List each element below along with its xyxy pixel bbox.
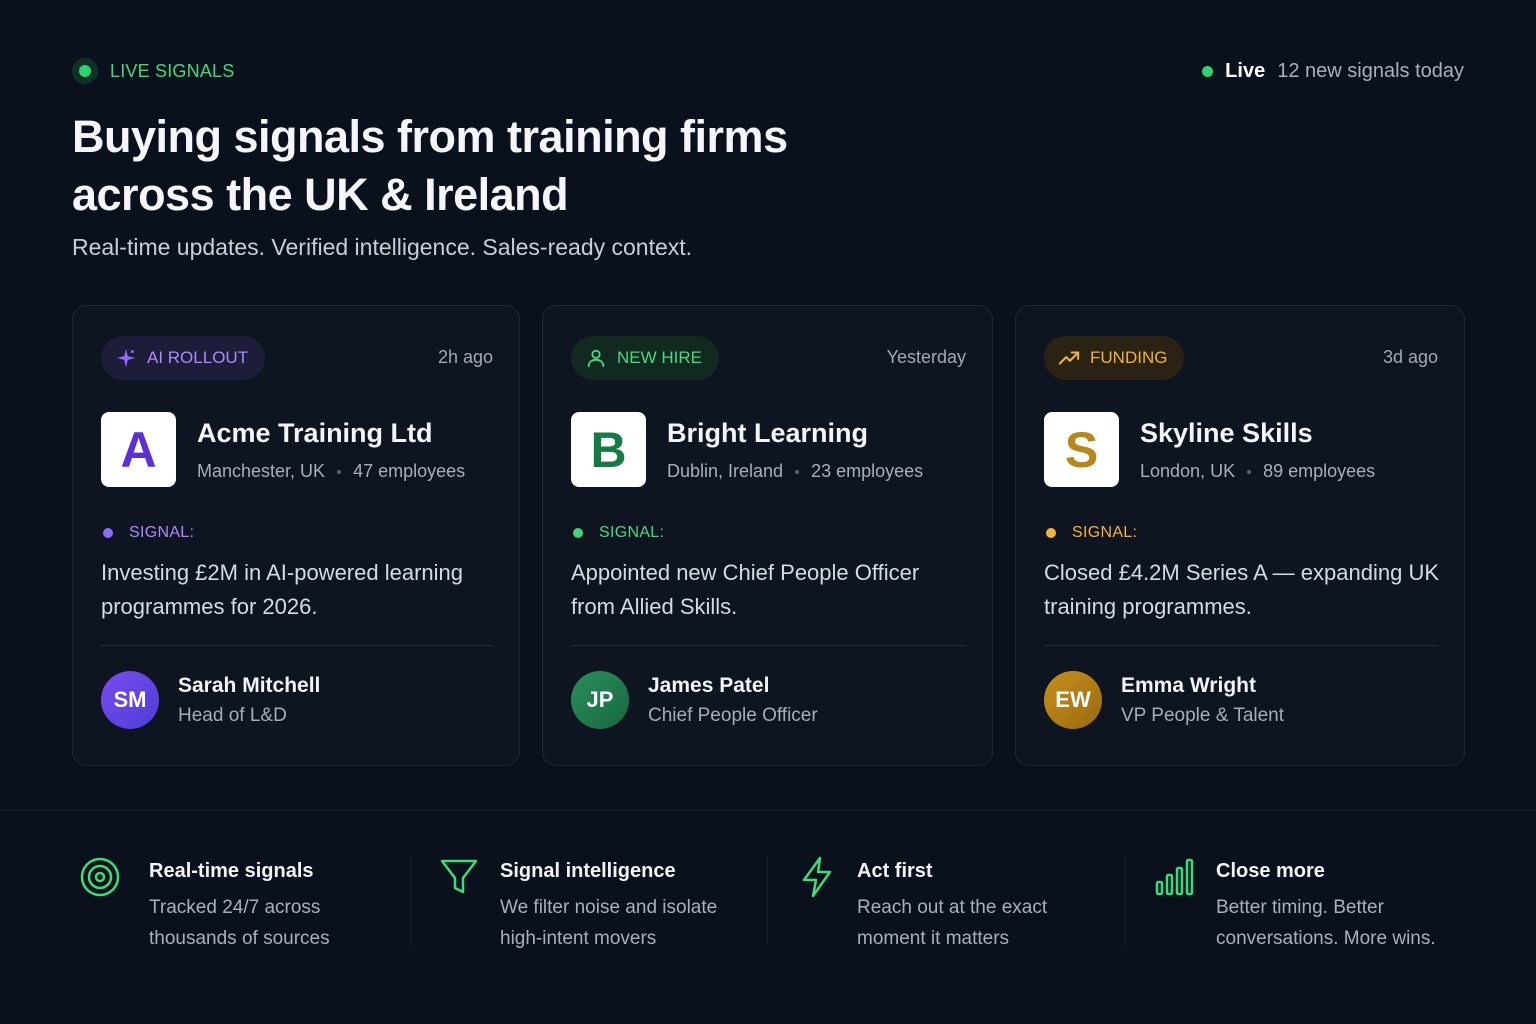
company-logo: B: [571, 412, 646, 487]
avatar: JP: [571, 671, 629, 729]
feature-description: We filter noise and isolate high-intent …: [500, 897, 718, 949]
signal-text: Closed £4.2M Series A — expanding UK tra…: [1044, 560, 1440, 619]
signal-dot-icon: [573, 528, 583, 538]
tag-new-hire: NEW HIRE: [571, 336, 719, 380]
avatar: SM: [101, 671, 159, 729]
live-dot-icon: [1202, 66, 1214, 77]
contact-role: Head of L&D: [178, 705, 287, 726]
feature-title: Act first: [857, 860, 933, 882]
funnel-icon: [440, 859, 478, 894]
company-location: Dublin, Ireland: [667, 461, 784, 481]
tag-label: NEW HIRE: [617, 348, 702, 367]
avatar: EW: [1044, 671, 1102, 729]
feature-title: Signal intelligence: [500, 860, 676, 882]
signal-heading: SIGNAL:: [103, 524, 194, 542]
company-meta: Manchester, UK 47 employees: [197, 461, 465, 482]
eyebrow-label: LIVE SIGNALS: [110, 60, 235, 81]
card-divider: [101, 645, 493, 646]
tag-funding: FUNDING: [1044, 336, 1185, 380]
meta-separator: [795, 469, 800, 474]
feature-title: Real-time signals: [149, 860, 314, 882]
live-signals-eyebrow: LIVE SIGNALS: [72, 58, 234, 84]
section-divider: [0, 810, 1536, 811]
person-icon: [587, 349, 605, 368]
live-status: Live 12 new signals today: [1202, 60, 1464, 83]
signal-label: SIGNAL:: [599, 524, 665, 541]
signal-text: Appointed new Chief People Officer from …: [571, 560, 920, 619]
signal-dot-icon: [1046, 528, 1056, 538]
feature-separator: [767, 856, 768, 946]
live-indicator-icon: [72, 58, 98, 84]
signal-heading: SIGNAL:: [573, 524, 664, 542]
company-logo: S: [1044, 412, 1119, 487]
signal-time: 3d ago: [1382, 347, 1438, 367]
meta-separator: [1247, 469, 1252, 474]
company-name[interactable]: Acme Training Ltd: [197, 418, 433, 449]
card-divider: [571, 645, 966, 646]
company-name[interactable]: Skyline Skills: [1140, 418, 1313, 449]
signal-card-skyline[interactable]: FUNDING 3d ago S Skyline Skills London, …: [1015, 305, 1465, 766]
page-subtitle: Real-time updates. Verified intelligence…: [72, 234, 693, 260]
signal-label: SIGNAL:: [129, 524, 195, 541]
trending-up-icon: [1058, 351, 1080, 365]
sparkle-icon: [116, 348, 136, 368]
company-meta: Dublin, Ireland 23 employees: [667, 461, 923, 482]
bar-chart-icon: [1155, 858, 1194, 896]
target-icon: [80, 857, 120, 897]
company-location: London, UK: [1140, 461, 1236, 481]
feature-description: Better timing. Better conversations. Mor…: [1216, 897, 1436, 949]
contact-name[interactable]: Sarah Mitchell: [178, 674, 320, 698]
company-meta: London, UK 89 employees: [1140, 461, 1375, 482]
lightning-icon: [802, 856, 832, 898]
signal-card-acme[interactable]: AI ROLLOUT 2h ago A Acme Training Ltd Ma…: [72, 305, 520, 766]
contact-name[interactable]: Emma Wright: [1121, 674, 1256, 698]
company-name[interactable]: Bright Learning: [667, 418, 868, 449]
signals-page: LIVE SIGNALS Live 12 new signals today B…: [0, 0, 1536, 1024]
feature-separator: [410, 856, 411, 946]
card-divider: [1044, 645, 1438, 646]
signal-dot-icon: [103, 528, 113, 538]
contact-role: VP People & Talent: [1121, 705, 1285, 726]
feature-title: Close more: [1216, 860, 1325, 882]
company-employees: 47 employees: [353, 461, 466, 481]
tag-ai-rollout: AI ROLLOUT: [101, 336, 266, 380]
page-title: Buying signals from training firms acros…: [72, 111, 788, 220]
signal-heading: SIGNAL:: [1046, 524, 1137, 542]
signal-text: Investing £2M in AI-powered learning pro…: [101, 560, 463, 619]
company-logo: A: [101, 412, 176, 487]
tag-label: FUNDING: [1090, 348, 1168, 367]
signal-time: 2h ago: [437, 347, 493, 367]
company-employees: 89 employees: [1263, 461, 1376, 481]
meta-separator: [337, 469, 342, 474]
contact-role: Chief People Officer: [648, 705, 818, 726]
feature-description: Reach out at the exact moment it matters: [857, 897, 1048, 949]
signal-label: SIGNAL:: [1072, 524, 1138, 541]
new-signals-count: 12 new signals today: [1277, 60, 1464, 82]
feature-separator: [1125, 856, 1126, 946]
signal-card-bright[interactable]: NEW HIRE Yesterday B Bright Learning Dub…: [542, 305, 993, 766]
signal-time: Yesterday: [886, 347, 966, 367]
company-location: Manchester, UK: [197, 461, 326, 481]
contact-name[interactable]: James Patel: [648, 674, 769, 698]
tag-label: AI ROLLOUT: [147, 348, 249, 367]
company-employees: 23 employees: [811, 461, 924, 481]
feature-description: Tracked 24/7 across thousands of sources: [149, 897, 330, 949]
live-label: Live: [1225, 60, 1266, 82]
